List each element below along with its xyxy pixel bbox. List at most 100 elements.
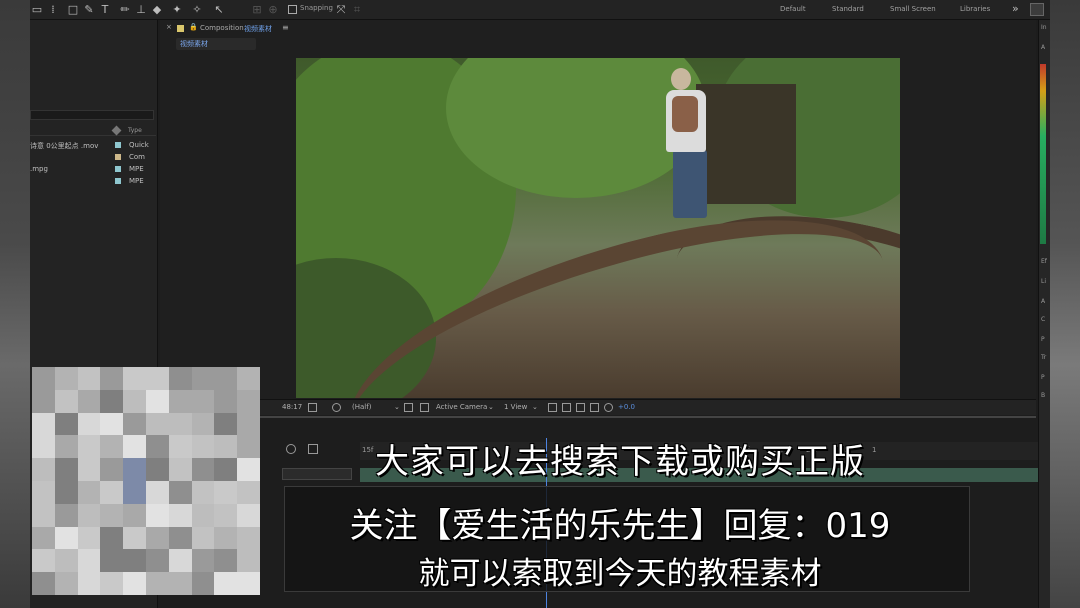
hiker-head bbox=[671, 68, 691, 90]
pen-tool-icon[interactable]: ✎ bbox=[82, 3, 96, 17]
world-axis-icon[interactable]: ⊕ bbox=[266, 3, 280, 17]
clone-stamp-tool-icon[interactable]: ⊥ bbox=[134, 3, 148, 17]
transparency-grid-icon[interactable] bbox=[420, 403, 429, 412]
mosaic-cell bbox=[32, 389, 55, 413]
view-layout-dropdown-icon[interactable]: ⌄ bbox=[532, 403, 538, 411]
workspace-standard[interactable]: Standard bbox=[832, 5, 864, 13]
label-color-swatch bbox=[115, 154, 121, 160]
type-column-header[interactable]: Type bbox=[128, 127, 142, 134]
mosaic-cell bbox=[168, 412, 192, 436]
composition-tab-label[interactable]: Composition bbox=[200, 24, 244, 32]
hiker-backpack bbox=[672, 96, 698, 132]
type-tool-icon[interactable]: T bbox=[98, 3, 112, 17]
mosaic-cell bbox=[145, 412, 169, 436]
snapshot-icon[interactable] bbox=[308, 403, 317, 412]
axis-mode-icon[interactable]: ⊞ bbox=[250, 3, 264, 17]
exposure-value[interactable]: +0.0 bbox=[618, 403, 635, 411]
flowchart-icon[interactable] bbox=[590, 403, 599, 412]
search-help-icon[interactable] bbox=[1030, 3, 1044, 16]
fast-previews-icon[interactable] bbox=[562, 403, 571, 412]
mosaic-cell bbox=[145, 367, 169, 390]
close-tab-icon[interactable]: × bbox=[166, 23, 172, 31]
mosaic-cell bbox=[214, 389, 238, 413]
panel-menu-icon[interactable]: ≡ bbox=[282, 23, 289, 32]
lock-icon[interactable]: 🔒 bbox=[189, 23, 198, 31]
project-item-type: Com bbox=[129, 153, 145, 161]
audio-panel-tab[interactable]: A bbox=[1041, 44, 1045, 51]
mosaic-cell bbox=[32, 480, 55, 504]
mosaic-cell bbox=[32, 526, 55, 550]
workspace-default[interactable]: Default bbox=[780, 5, 806, 13]
mosaic-cell bbox=[32, 458, 55, 481]
mosaic-cell bbox=[214, 412, 238, 436]
label-tag-icon bbox=[111, 125, 122, 136]
composition-viewer-frame[interactable] bbox=[296, 58, 900, 398]
camera-tool-icon[interactable]: ▭ bbox=[30, 3, 44, 17]
camera-view-select[interactable]: Active Camera bbox=[436, 403, 487, 411]
current-time-display[interactable]: 48:17 bbox=[282, 403, 302, 411]
tracker-panel-tab[interactable]: Tr bbox=[1041, 354, 1046, 361]
resolution-dropdown-icon[interactable]: ⌄ bbox=[394, 403, 400, 411]
effects-panel-tab[interactable]: Ef bbox=[1041, 258, 1047, 265]
mosaic-cell bbox=[191, 367, 215, 390]
view-layout-select[interactable]: 1 View bbox=[504, 403, 527, 411]
hiker-legs bbox=[673, 150, 707, 218]
workspace-small-screen[interactable]: Small Screen bbox=[890, 5, 936, 13]
mosaic-cell bbox=[191, 412, 215, 436]
mosaic-cell bbox=[32, 412, 55, 436]
blurred-border-left bbox=[0, 0, 30, 608]
composition-panel: × 🔒 Composition 视频素材 ≡ 视频素材 bbox=[160, 20, 1036, 412]
cursor-arrow-icon: ↖ bbox=[214, 3, 224, 16]
project-item-type: MPE bbox=[129, 165, 144, 173]
mosaic-cell bbox=[54, 435, 78, 459]
pan-behind-tool-icon[interactable]: ⁞ bbox=[46, 3, 60, 17]
libraries-panel-tab[interactable]: Li bbox=[1041, 278, 1046, 285]
puppet-pin-tool-icon[interactable]: ✧ bbox=[190, 3, 204, 17]
distant-hut bbox=[696, 84, 796, 204]
mosaic-cell bbox=[191, 389, 215, 413]
project-search-input[interactable] bbox=[30, 110, 154, 120]
paragraph-panel-tab[interactable]: P bbox=[1041, 336, 1045, 343]
project-item[interactable]: 诗意 0公里起点 .mov Quick bbox=[30, 139, 156, 151]
mosaic-cell bbox=[54, 503, 78, 527]
region-of-interest-icon[interactable] bbox=[404, 403, 413, 412]
character-panel-tab[interactable]: C bbox=[1041, 316, 1045, 323]
workspace-libraries[interactable]: Libraries bbox=[960, 5, 990, 13]
eraser-tool-icon[interactable]: ◆ bbox=[150, 3, 164, 17]
subtitle-line-3: 就可以索取到今天的教程素材 bbox=[418, 556, 822, 592]
composition-tab-name[interactable]: 视频素材 bbox=[244, 24, 272, 34]
workspaces-more-icon[interactable]: » bbox=[1012, 2, 1019, 15]
snap-target-icon[interactable]: ⌗ bbox=[350, 3, 364, 17]
tools-toolbar: ▭ ⁞ □ ✎ T ✏ ⊥ ◆ ✦ ✧ ↖ ⊞ ⊕ Snapping ⤧ ⌗ D… bbox=[30, 0, 1050, 20]
project-item[interactable]: MPE bbox=[30, 175, 156, 187]
mosaic-cell bbox=[100, 412, 124, 436]
project-item[interactable]: Com bbox=[30, 151, 156, 163]
color-channel-icon[interactable] bbox=[332, 403, 341, 412]
mosaic-cell bbox=[54, 367, 78, 390]
brushes-panel-tab[interactable]: B bbox=[1041, 392, 1045, 399]
align-panel-tab[interactable]: A bbox=[1041, 298, 1045, 305]
mosaic-cell bbox=[237, 367, 260, 390]
snap-options-icon[interactable]: ⤧ bbox=[334, 3, 348, 17]
mosaic-cell bbox=[77, 389, 101, 413]
toggle-pixel-aspect-icon[interactable] bbox=[548, 403, 557, 412]
resolution-select[interactable]: (Half) bbox=[352, 403, 371, 411]
exposure-reset-icon[interactable] bbox=[604, 403, 613, 412]
mosaic-cell bbox=[54, 572, 78, 595]
timeline-icon[interactable] bbox=[576, 403, 585, 412]
snapping-checkbox[interactable] bbox=[288, 5, 297, 14]
mosaic-cell bbox=[237, 412, 260, 436]
mosaic-cell bbox=[32, 435, 55, 459]
project-item[interactable]: .mpg MPE bbox=[30, 163, 156, 175]
camera-dropdown-icon[interactable]: ⌄ bbox=[488, 403, 494, 411]
composition-breadcrumb[interactable]: 视频素材 bbox=[176, 38, 256, 50]
brush-tool-icon[interactable]: ✏ bbox=[118, 3, 132, 17]
mosaic-cell bbox=[77, 367, 101, 390]
label-color-swatch bbox=[115, 142, 121, 148]
roto-brush-tool-icon[interactable]: ✦ bbox=[170, 3, 184, 17]
rectangle-tool-icon[interactable]: □ bbox=[66, 3, 80, 17]
mosaic-cell bbox=[54, 389, 78, 413]
info-panel-tab[interactable]: In bbox=[1041, 24, 1047, 31]
paint-panel-tab[interactable]: P bbox=[1041, 374, 1045, 381]
project-item-type: MPE bbox=[129, 177, 144, 185]
